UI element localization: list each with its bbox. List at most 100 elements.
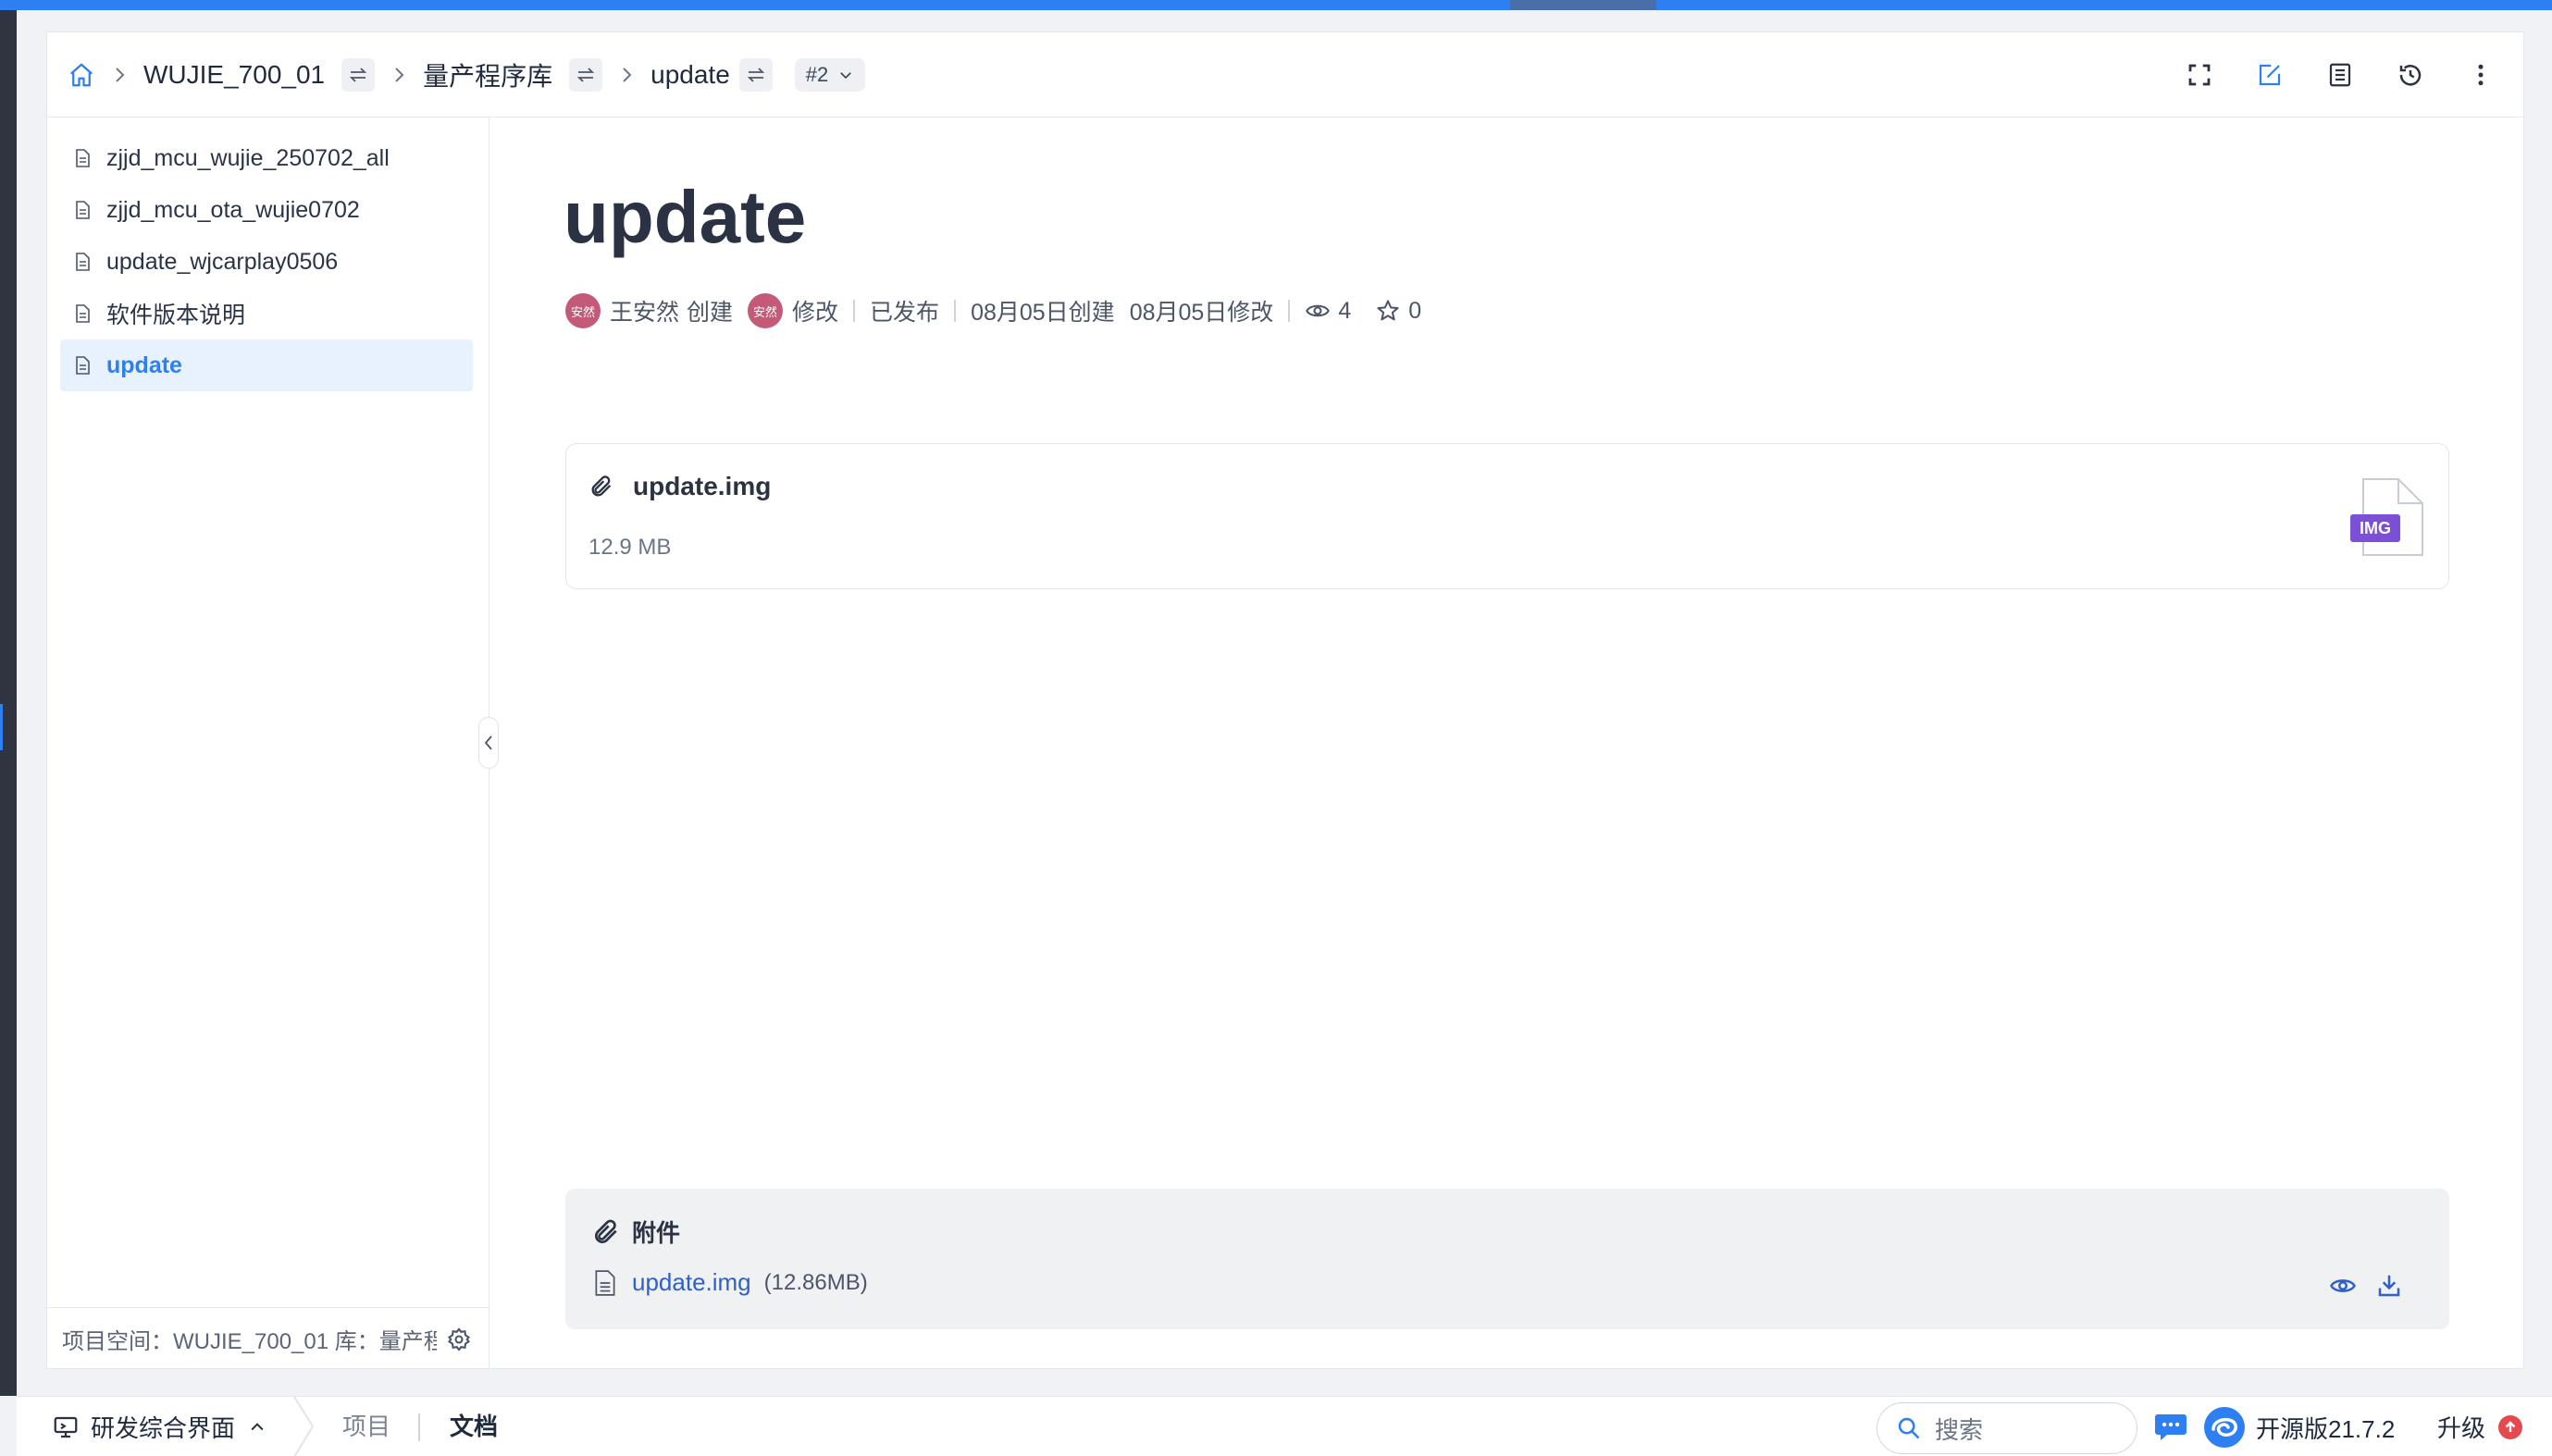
version-select[interactable]: #2 <box>794 58 866 92</box>
chevron-right-icon <box>623 68 632 82</box>
view-count: 4 <box>1338 297 1352 324</box>
tab-divider <box>418 1413 420 1441</box>
breadcrumb: WUJIE_700_01 量产程序库 update #2 <box>68 32 866 117</box>
top-accent-segment <box>1510 0 1656 10</box>
outline-icon[interactable] <box>2323 58 2357 92</box>
doc-content: update 安然 王安然 创建 安然 修改 已发布 08月05日创建 08月0… <box>489 117 2525 1370</box>
tab-project[interactable]: 项目 <box>342 1397 390 1456</box>
app-menu-button[interactable]: 研发综合界面 <box>52 1397 266 1456</box>
home-icon[interactable] <box>68 61 95 89</box>
version-label: 开源版21.7.2 <box>2256 1414 2396 1443</box>
sidebar-item-update[interactable]: update <box>60 339 473 391</box>
document-icon <box>76 149 90 167</box>
sidebar-item-label: update_wjcarplay0506 <box>106 248 339 275</box>
switch-project-icon[interactable] <box>341 58 376 92</box>
switch-library-icon[interactable] <box>569 58 603 92</box>
chevron-down-icon <box>840 72 852 80</box>
sidebar-item-label: zjjd_mcu_wujie_250702_all <box>106 144 390 171</box>
app-menu-label: 研发综合界面 <box>91 1414 236 1442</box>
avatar: 安然 <box>748 293 784 328</box>
chat-icon[interactable] <box>2154 1412 2187 1441</box>
history-icon[interactable] <box>2394 58 2427 92</box>
search-icon <box>1898 1417 1920 1439</box>
sidebar-footer: 项目空间：WUJIE_700_01 库：量产程序库 <box>47 1307 489 1370</box>
modified-date: 08月05日修改 <box>1129 300 1274 326</box>
file-card-name[interactable]: update.img <box>633 472 771 501</box>
page-title: update <box>564 176 807 258</box>
edit-icon[interactable] <box>2253 58 2286 92</box>
sidebar-item-label: 软件版本说明 <box>106 302 246 328</box>
breadcrumb-doc[interactable]: update <box>650 60 730 90</box>
meta-divider <box>954 300 957 322</box>
tab-docs[interactable]: 文档 <box>450 1397 498 1456</box>
breadcrumb-project[interactable]: WUJIE_700_01 <box>143 60 325 90</box>
bar-divider-chevron <box>293 1397 315 1456</box>
upgrade-label: 升级 <box>2437 1414 2486 1442</box>
meta-divider <box>1288 300 1291 322</box>
top-accent-bar <box>0 0 2552 10</box>
switch-doc-icon[interactable] <box>738 58 773 92</box>
preview-eye-icon[interactable] <box>2329 1272 2357 1300</box>
meta-divider <box>853 300 856 322</box>
document-icon <box>76 356 90 375</box>
author-name[interactable]: 王安然 <box>610 294 679 327</box>
bottom-bar: 研发综合界面 项目 文档 搜索 开源版21.7.2 升级 <box>17 1396 2552 1456</box>
attachments-panel: 附件 update.img (12.86MB) <box>565 1189 2449 1329</box>
created-label: 创建 <box>687 300 734 326</box>
more-menu-icon[interactable] <box>2464 58 2497 92</box>
download-icon[interactable] <box>2375 1272 2403 1300</box>
star-count: 0 <box>1408 297 1422 324</box>
img-file-icon: IMG <box>2350 478 2423 556</box>
upgrade-arrow-icon <box>2498 1414 2523 1439</box>
attachment-size: (12.86MB) <box>763 1269 868 1295</box>
avatar: 安然 <box>565 293 601 328</box>
img-badge-label: IMG <box>2360 519 2391 537</box>
file-card[interactable]: update.img 12.9 MB IMG <box>565 443 2449 589</box>
sidebar-item-zjjd-mcu-wujie[interactable]: zjjd_mcu_wujie_250702_all <box>60 132 473 184</box>
eye-icon <box>1306 304 1331 317</box>
doc-header: WUJIE_700_01 量产程序库 update #2 <box>47 32 2525 117</box>
attachment-actions <box>2310 1272 2403 1300</box>
star-icon[interactable] <box>1375 298 1401 324</box>
sidebar-item-release-notes[interactable]: 软件版本说明 <box>60 288 473 339</box>
search-placeholder: 搜索 <box>1935 1415 1984 1444</box>
document-frame: WUJIE_700_01 量产程序库 update #2 zjjd_mcu_wu… <box>46 31 2525 1370</box>
doc-meta: 安然 王安然 创建 安然 修改 已发布 08月05日创建 08月05日修改 4 … <box>565 291 1421 330</box>
breadcrumb-library[interactable]: 量产程序库 <box>423 56 552 93</box>
search-input[interactable]: 搜索 <box>1877 1402 2137 1454</box>
chevron-right-icon <box>116 68 125 82</box>
sidebar-item-zjjd-mcu-ota[interactable]: zjjd_mcu_ota_wujie0702 <box>60 184 473 236</box>
document-icon <box>76 304 90 323</box>
monitor-icon <box>54 1416 78 1437</box>
gear-icon[interactable] <box>446 1326 472 1352</box>
doc-list: zjjd_mcu_wujie_250702_all zjjd_mcu_ota_w… <box>60 132 473 391</box>
chevron-right-icon <box>395 68 404 82</box>
sidebar-item-update-wjcarplay[interactable]: update_wjcarplay0506 <box>60 236 473 288</box>
document-icon <box>76 253 90 271</box>
doc-sidebar: zjjd_mcu_wujie_250702_all zjjd_mcu_ota_w… <box>47 117 489 1370</box>
paperclip-icon <box>595 1219 617 1243</box>
version-label: #2 <box>805 63 829 86</box>
paperclip-icon <box>591 475 612 497</box>
document-icon <box>76 201 90 219</box>
file-card-size: 12.9 MB <box>588 535 672 560</box>
upgrade-button[interactable]: 升级 <box>2437 1397 2523 1456</box>
attachment-row: update.img (12.86MB) <box>593 1268 868 1297</box>
attachments-header: 附件 <box>591 1215 680 1249</box>
zentao-logo-icon <box>2204 1407 2245 1448</box>
file-icon <box>595 1269 615 1296</box>
status-badge: 已发布 <box>870 300 940 326</box>
space-info: 项目空间：WUJIE_700_01 库：量产程序库 <box>62 1329 437 1354</box>
left-strip-marker <box>0 704 3 750</box>
chevron-up-icon <box>251 1422 264 1430</box>
left-dark-strip <box>0 10 17 1396</box>
attachments-title: 附件 <box>632 1219 681 1247</box>
header-toolbar <box>2146 32 2497 117</box>
modified-label: 修改 <box>792 300 839 326</box>
created-date: 08月05日创建 <box>971 300 1115 326</box>
sidebar-item-label: zjjd_mcu_ota_wujie0702 <box>106 196 360 223</box>
attachment-link[interactable]: update.img <box>632 1268 751 1297</box>
sidebar-item-label: update <box>106 352 182 378</box>
fullscreen-icon[interactable] <box>2183 58 2216 92</box>
version-info[interactable]: 开源版21.7.2 <box>2202 1404 2395 1450</box>
